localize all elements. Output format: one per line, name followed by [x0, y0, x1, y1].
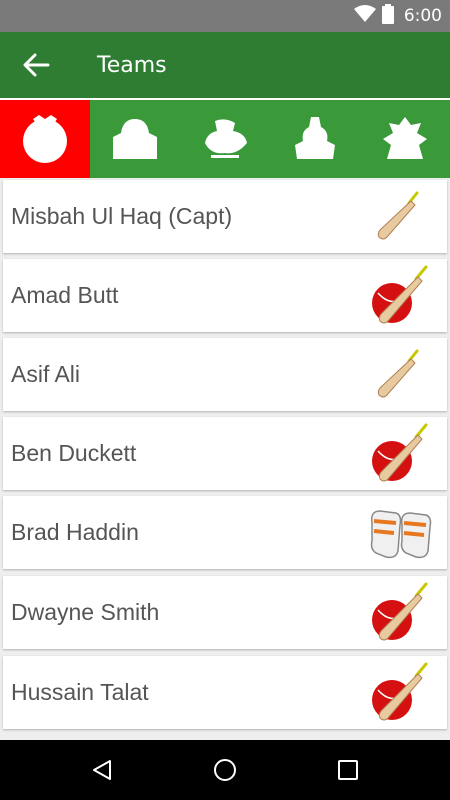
- bat-and-ball-icon: [365, 260, 437, 332]
- player-name: Brad Haddin: [11, 519, 139, 545]
- status-bar: 6:00: [0, 0, 450, 32]
- battery-icon: [381, 4, 394, 28]
- bat-icon: [365, 181, 437, 253]
- bat-and-ball-icon: [365, 577, 437, 649]
- player-name: Ben Duckett: [11, 440, 137, 466]
- navigation-bar: [0, 740, 450, 800]
- player-list: Misbah Ul Haq (Capt) Amad Butt Asif Ali: [0, 178, 450, 740]
- clock: 6:00: [403, 6, 442, 26]
- list-item[interactable]: Amad Butt: [3, 259, 447, 332]
- team-logo-icon: [205, 119, 247, 158]
- arrow-back-icon: [23, 53, 50, 77]
- bat-and-ball-icon: [365, 418, 437, 490]
- list-item[interactable]: Hussain Talat: [3, 656, 447, 729]
- square-recents-icon: [338, 760, 359, 780]
- wifi-icon: [353, 5, 376, 27]
- nav-back-button[interactable]: [72, 740, 132, 800]
- tab-team-3[interactable]: [180, 100, 270, 178]
- tab-team-5[interactable]: [360, 100, 450, 178]
- tab-team-4[interactable]: [270, 100, 360, 178]
- player-name: Amad Butt: [11, 282, 119, 308]
- triangle-back-icon: [92, 760, 111, 780]
- list-item[interactable]: Ben Duckett: [3, 417, 447, 490]
- list-item[interactable]: Brad Haddin: [3, 496, 447, 569]
- tab-team-1[interactable]: [0, 100, 90, 178]
- player-name: Misbah Ul Haq (Capt): [11, 203, 233, 229]
- player-name: Dwayne Smith: [11, 599, 160, 625]
- team-logo-icon: [383, 117, 427, 159]
- team-logo-icon: [23, 115, 67, 163]
- player-name: Hussain Talat: [11, 679, 149, 705]
- list-item[interactable]: Misbah Ul Haq (Capt): [3, 180, 447, 253]
- app-bar: Teams: [0, 32, 450, 98]
- list-item[interactable]: Dwayne Smith: [3, 576, 447, 649]
- wicket-keeping-gloves-icon: [365, 497, 437, 569]
- circle-home-icon: [213, 759, 236, 781]
- tab-team-2[interactable]: [90, 100, 180, 178]
- bat-and-ball-icon: [365, 657, 437, 729]
- bat-icon: [365, 339, 437, 411]
- team-logo-icon: [295, 117, 335, 159]
- nav-home-button[interactable]: [195, 740, 255, 800]
- nav-recents-button[interactable]: [318, 740, 378, 800]
- team-logo-icon: [113, 119, 157, 159]
- page-title: Teams: [97, 52, 167, 78]
- team-tabs: [0, 98, 450, 178]
- player-name: Asif Ali: [11, 361, 81, 387]
- back-button[interactable]: [0, 32, 72, 98]
- list-item[interactable]: Asif Ali: [3, 338, 447, 411]
